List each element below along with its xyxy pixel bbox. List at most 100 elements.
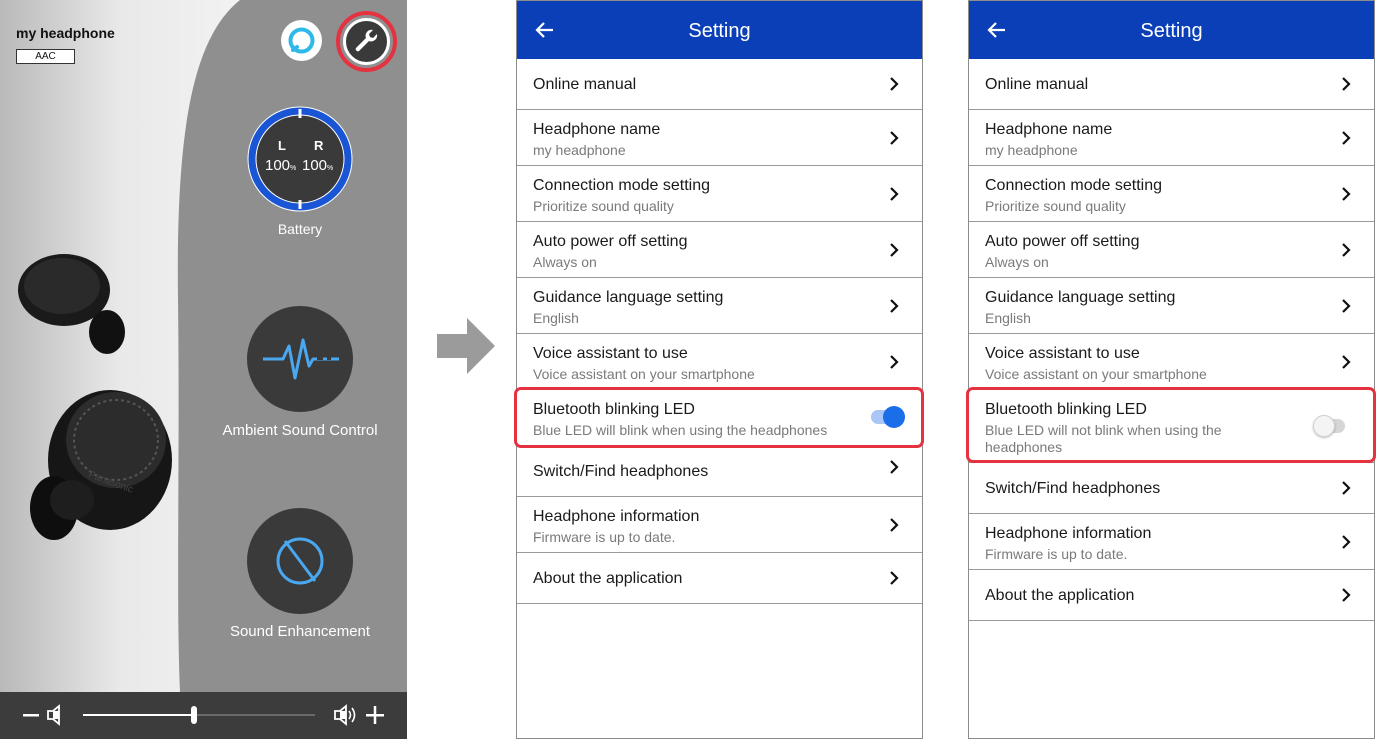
toggle-knob [883,406,905,428]
battery-caption: Battery [277,221,323,237]
settings-item-headphone-information[interactable]: Headphone information Firmware is up to … [969,514,1374,570]
chevron-right-icon [890,131,899,145]
settings-item-subtitle: Voice assistant on your smartphone [985,366,1207,382]
settings-item-title: Guidance language setting [533,289,724,306]
settings-item-subtitle: my headphone [533,142,626,158]
settings-screen-led-off: Setting Online manual Headphone name my … [968,0,1375,739]
settings-item-about[interactable]: About the application [517,553,922,604]
settings-item-subtitle: Voice assistant on your smartphone [533,366,755,382]
wrench-icon [355,29,378,52]
chevron-right-icon [1342,299,1351,313]
alexa-button[interactable] [281,20,322,61]
chevron-right-icon [1342,187,1351,201]
home-screen: my headphone AAC L R 100% 100% Battery P… [0,0,407,739]
chevron-right-icon [1342,243,1351,257]
settings-item-title: Headphone name [533,121,661,138]
settings-item-bluetooth-led: Bluetooth blinking LED Blue LED will bli… [517,390,922,446]
volume-bar [0,692,407,739]
settings-button[interactable] [343,18,390,65]
settings-item-subtitle: my headphone [985,142,1078,158]
battery-ring [247,106,353,212]
settings-item-headphone-information[interactable]: Headphone information Firmware is up to … [517,497,922,553]
settings-item-headphone-name[interactable]: Headphone name my headphone [969,110,1374,166]
device-name: my headphone [16,25,115,41]
settings-item-title: About the application [533,570,683,587]
volume-slider-fill [83,714,195,716]
plus-icon [366,706,384,724]
settings-item-title: Bluetooth blinking LED [985,401,1147,418]
settings-item-title: Online manual [985,76,1089,93]
settings-item-title: Headphone name [985,121,1113,138]
settings-item-connection-mode[interactable]: Connection mode setting Prioritize sound… [969,166,1374,222]
volume-slider[interactable] [83,706,315,724]
chevron-right-icon [1342,588,1351,602]
battery-right-value: 100% [302,157,334,174]
settings-item-switch-find[interactable]: Switch/Find headphones [969,463,1374,514]
page-title: Setting [1140,20,1203,42]
settings-item-online-manual[interactable]: Online manual [969,59,1374,110]
settings-screen-led-on: Setting Online manual Headphone name my … [516,0,923,739]
app-bar: Setting [517,1,922,59]
settings-item-title: Online manual [533,76,637,93]
settings-item-switch-find[interactable]: Switch/Find headphones [517,446,922,497]
chevron-right-icon [1342,355,1351,369]
settings-item-title: Auto power off setting [985,233,1140,250]
settings-item-subtitle: Blue LED will not blink when using the h… [985,422,1222,455]
settings-item-title: Headphone information [533,508,700,525]
settings-item-headphone-name[interactable]: Headphone name my headphone [517,110,922,166]
speaker-high-icon [334,704,356,726]
settings-item-connection-mode[interactable]: Connection mode setting Prioritize sound… [517,166,922,222]
minus-icon [23,714,39,717]
settings-item-subtitle: Prioritize sound quality [985,198,1126,214]
settings-item-subtitle: Firmware is up to date. [533,529,676,545]
chevron-right-icon [890,299,899,313]
settings-item-title: Connection mode setting [533,177,710,194]
settings-item-guidance-language[interactable]: Guidance language setting English [517,278,922,334]
settings-item-title: Headphone information [985,525,1152,542]
ambient-sound-control-button[interactable] [247,306,353,412]
settings-item-title: Voice assistant to use [533,345,688,362]
sound-enhancement-caption: Sound Enhancement [229,623,371,640]
ambient-sound-control-caption: Ambient Sound Control [222,422,378,439]
settings-item-title: Switch/Find headphones [985,480,1161,497]
settings-item-voice-assistant[interactable]: Voice assistant to use Voice assistant o… [517,334,922,390]
codec-badge: AAC [16,49,75,64]
settings-list: Online manual Headphone name my headphon… [969,59,1374,621]
chevron-right-icon [890,187,899,201]
settings-item-title: About the application [985,587,1135,604]
chevron-right-icon [1342,77,1351,91]
settings-item-subtitle: English [533,310,579,326]
chevron-right-icon [890,77,899,91]
settings-item-guidance-language[interactable]: Guidance language setting English [969,278,1374,334]
settings-item-auto-power-off[interactable]: Auto power off setting Always on [517,222,922,278]
page-title: Setting [688,20,751,42]
volume-up-button[interactable] [365,705,385,725]
step-arrow-icon [437,318,495,374]
disabled-circle-icon [276,537,324,585]
settings-item-voice-assistant[interactable]: Voice assistant to use Voice assistant o… [969,334,1374,390]
settings-item-title: Bluetooth blinking LED [533,401,695,418]
settings-item-subtitle: Always on [985,254,1049,270]
battery-left-label: L [278,138,286,153]
battery-indicator: L R 100% 100% [247,106,353,212]
settings-item-about[interactable]: About the application [969,570,1374,621]
settings-item-online-manual[interactable]: Online manual [517,59,922,110]
chevron-right-icon [1342,481,1351,495]
settings-item-auto-power-off[interactable]: Auto power off setting Always on [969,222,1374,278]
chevron-right-icon [890,460,899,474]
chevron-right-icon [1342,131,1351,145]
sound-enhancement-button[interactable] [247,508,353,614]
settings-item-subtitle: Prioritize sound quality [533,198,674,214]
settings-item-subtitle: Firmware is up to date. [985,546,1128,562]
chevron-right-icon [890,571,899,585]
settings-item-title: Voice assistant to use [985,345,1140,362]
volume-slider-handle[interactable] [191,706,198,724]
app-bar: Setting [969,1,1374,59]
volume-down-button[interactable] [22,699,40,731]
earbuds-image: Panasonic [18,254,172,540]
settings-item-subtitle: English [985,310,1031,326]
chevron-right-icon [890,355,899,369]
chevron-right-icon [890,243,899,257]
settings-list: Online manual Headphone name my headphon… [517,59,922,604]
settings-item-subtitle: Always on [533,254,597,270]
